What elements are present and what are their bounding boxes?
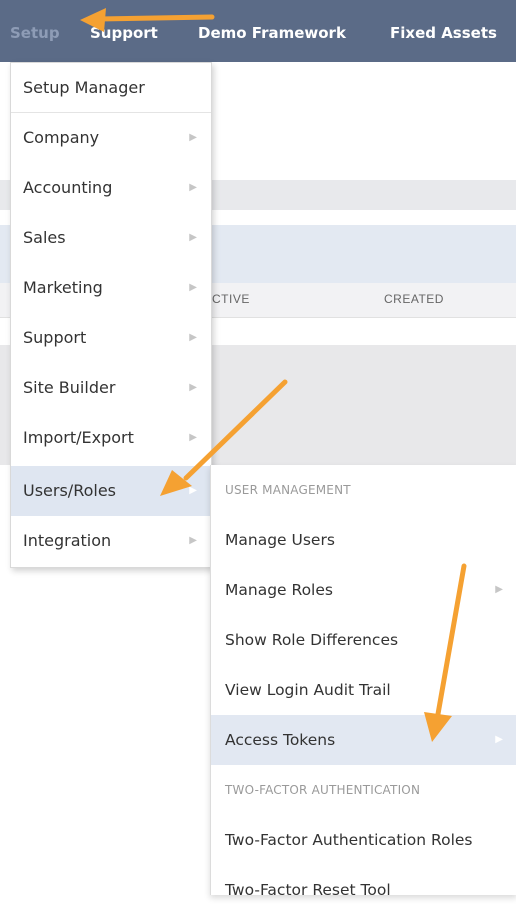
menu-item-label: Support xyxy=(23,328,87,347)
nav-demo-framework[interactable]: Demo Framework xyxy=(198,0,346,62)
chevron-right-icon: ▶ xyxy=(189,485,197,496)
section-header-user-management: USER MANAGEMENT xyxy=(225,483,351,497)
column-header-active[interactable]: CTIVE xyxy=(212,292,250,306)
nav-support[interactable]: Support xyxy=(90,0,158,62)
menu-item-label: Integration xyxy=(23,531,112,550)
setup-dropdown-menu: Setup Manager Company ▶ Accounting ▶ Sal… xyxy=(10,62,212,568)
section-header-two-factor: TWO-FACTOR AUTHENTICATION xyxy=(225,783,421,797)
submenu-item-label: Show Role Differences xyxy=(225,631,399,649)
chevron-right-icon: ▶ xyxy=(189,282,197,293)
submenu-item-access-tokens[interactable]: Access Tokens ▶ xyxy=(211,715,516,765)
menu-item-label: Accounting xyxy=(23,178,113,197)
submenu-item-label: Two-Factor Authentication Roles xyxy=(225,831,473,849)
menu-item-accounting[interactable]: Accounting ▶ xyxy=(11,163,211,213)
menu-item-label: Company xyxy=(23,128,100,147)
menu-item-label: Setup Manager xyxy=(23,78,145,97)
chevron-right-icon: ▶ xyxy=(189,432,197,443)
menu-item-support[interactable]: Support ▶ xyxy=(11,313,211,363)
menu-item-users-roles[interactable]: Users/Roles ▶ xyxy=(11,466,211,516)
submenu-item-label: View Login Audit Trail xyxy=(225,681,391,699)
submenu-item-two-factor-roles[interactable]: Two-Factor Authentication Roles xyxy=(211,815,516,865)
column-header-created[interactable]: CREATED xyxy=(384,292,444,306)
submenu-item-label: Manage Users xyxy=(225,531,335,549)
chevron-right-icon: ▶ xyxy=(189,132,197,143)
submenu-item-view-login-audit-trail[interactable]: View Login Audit Trail xyxy=(211,665,516,715)
submenu-item-label: Access Tokens xyxy=(225,731,336,749)
chevron-right-icon: ▶ xyxy=(189,332,197,343)
menu-item-label: Users/Roles xyxy=(23,481,117,500)
chevron-right-icon: ▶ xyxy=(189,182,197,193)
menu-item-setup-manager[interactable]: Setup Manager xyxy=(11,63,211,113)
submenu-item-two-factor-reset-tool[interactable]: Two-Factor Reset Tool xyxy=(211,865,516,915)
menu-item-sales[interactable]: Sales ▶ xyxy=(11,213,211,263)
submenu-item-label: Manage Roles xyxy=(225,581,333,599)
top-navigation-bar: Setup Support Demo Framework Fixed Asset… xyxy=(0,0,516,62)
menu-item-label: Sales xyxy=(23,228,66,247)
menu-item-integration[interactable]: Integration ▶ xyxy=(11,516,211,566)
menu-item-label: Import/Export xyxy=(23,428,134,447)
submenu-item-manage-roles[interactable]: Manage Roles ▶ xyxy=(211,565,516,615)
chevron-right-icon: ▶ xyxy=(495,734,503,745)
chevron-right-icon: ▶ xyxy=(189,232,197,243)
submenu-item-manage-users[interactable]: Manage Users xyxy=(211,515,516,565)
menu-item-label: Site Builder xyxy=(23,378,116,397)
chevron-right-icon: ▶ xyxy=(495,584,503,595)
chevron-right-icon: ▶ xyxy=(189,535,197,546)
nav-fixed-assets[interactable]: Fixed Assets xyxy=(390,0,497,62)
menu-item-marketing[interactable]: Marketing ▶ xyxy=(11,263,211,313)
menu-item-import-export[interactable]: Import/Export ▶ xyxy=(11,413,211,463)
chevron-right-icon: ▶ xyxy=(189,382,197,393)
submenu-item-label: Two-Factor Reset Tool xyxy=(225,881,391,899)
nav-setup[interactable]: Setup xyxy=(10,0,60,62)
menu-item-label: Marketing xyxy=(23,278,103,297)
submenu-item-show-role-differences[interactable]: Show Role Differences xyxy=(211,615,516,665)
users-roles-submenu: USER MANAGEMENT Manage Users Manage Role… xyxy=(210,465,516,899)
menu-item-site-builder[interactable]: Site Builder ▶ xyxy=(11,363,211,413)
menu-item-company[interactable]: Company ▶ xyxy=(11,113,211,163)
